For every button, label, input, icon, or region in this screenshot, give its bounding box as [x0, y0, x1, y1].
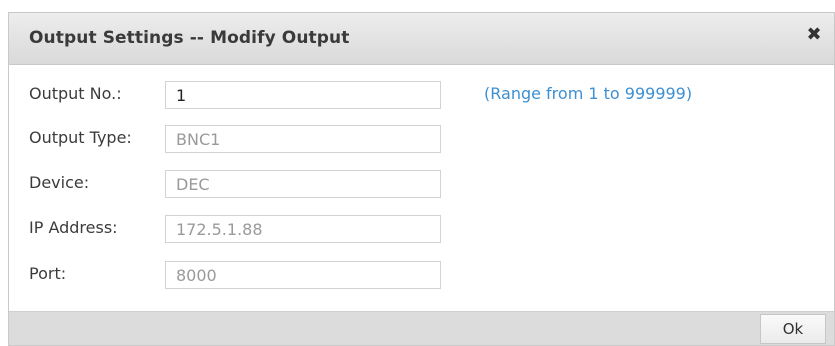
output-type-field: [165, 125, 441, 153]
ok-button[interactable]: Ok: [760, 314, 826, 344]
port-field: [165, 261, 441, 289]
output-no-row: Output No.: (Range from 1 to 999999): [9, 81, 834, 109]
output-no-range-hint: (Range from 1 to 999999): [484, 84, 693, 103]
ip-address-label: IP Address:: [29, 218, 118, 237]
port-label: Port:: [29, 264, 67, 283]
device-field: [165, 170, 441, 198]
ip-address-row: IP Address:: [9, 215, 834, 243]
device-row: Device:: [9, 170, 834, 198]
output-type-label: Output Type:: [29, 128, 132, 147]
device-label: Device:: [29, 173, 90, 192]
output-no-label: Output No.:: [29, 84, 122, 103]
port-row: Port:: [9, 261, 834, 289]
close-icon[interactable]: ✖: [804, 25, 824, 45]
output-type-row: Output Type:: [9, 125, 834, 153]
dialog-titlebar: Output Settings -- Modify Output ✖: [9, 13, 834, 65]
modify-output-dialog: Output Settings -- Modify Output ✖ Outpu…: [8, 12, 835, 346]
dialog-footer: Ok: [9, 311, 834, 345]
ip-address-field: [165, 215, 441, 243]
output-no-input[interactable]: [165, 81, 441, 109]
dialog-title: Output Settings -- Modify Output: [29, 28, 350, 48]
